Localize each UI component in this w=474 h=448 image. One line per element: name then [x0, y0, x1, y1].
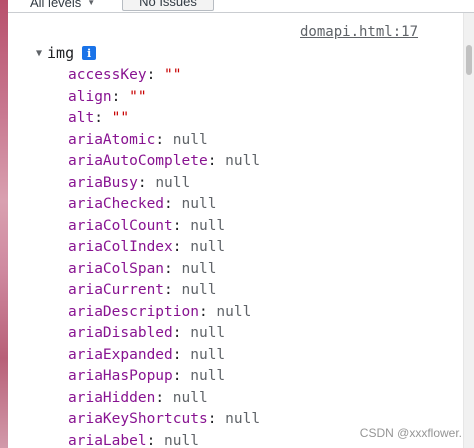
property-row[interactable]: ariaDisabled: null [68, 323, 464, 345]
property-value: null [181, 260, 217, 277]
property-row[interactable]: align: "" [68, 87, 464, 109]
property-key: ariaHidden [68, 389, 156, 406]
property-row[interactable]: ariaChecked: null [68, 194, 464, 216]
property-value: null [190, 368, 226, 384]
property-colon: : [94, 110, 112, 126]
property-row[interactable]: ariaCurrent: null [68, 280, 464, 302]
property-colon: : [172, 368, 191, 384]
property-key: ariaColCount [68, 217, 173, 234]
property-list: accessKey: "" align: "" alt: "" ariaAtomic:… [68, 65, 464, 448]
property-row[interactable]: ariaColCount: null [68, 216, 464, 238]
property-row[interactable]: ariaAutoComplete: null [68, 151, 464, 173]
property-colon: : [164, 282, 182, 298]
property-value: null [190, 239, 226, 255]
property-key: ariaDescription [68, 303, 199, 320]
property-value: "" [129, 88, 147, 105]
property-value: "" [111, 110, 130, 126]
property-colon: : [137, 174, 156, 191]
property-row[interactable]: ariaColSpan: null [68, 259, 464, 281]
property-colon: : [155, 131, 173, 148]
console-toolbar: All levels ▼ No Issues [8, 0, 474, 13]
property-row[interactable]: ariaHidden: null [68, 388, 464, 410]
expand-triangle-icon[interactable]: ▼ [36, 48, 42, 59]
property-key: ariaLabel [68, 432, 147, 448]
property-key: ariaAtomic [68, 131, 156, 148]
property-colon: : [164, 260, 182, 277]
property-colon: : [198, 303, 217, 320]
chevron-down-icon: ▼ [87, 0, 96, 7]
property-value: null [190, 346, 226, 363]
property-row[interactable]: ariaBusy: null [68, 173, 464, 195]
property-row[interactable]: ariaDescription: null [68, 302, 464, 324]
property-key: ariaExpanded [68, 346, 173, 363]
source-link[interactable]: domapi.html:17 [300, 24, 418, 40]
property-row[interactable]: ariaHasPopup: null [68, 366, 464, 388]
vertical-scrollbar[interactable] [463, 13, 474, 448]
object-tag: img [47, 44, 75, 62]
object-header[interactable]: ▼ img i [36, 44, 97, 62]
property-value: null [172, 131, 208, 148]
property-value: null [155, 174, 191, 191]
property-value: null [172, 389, 208, 406]
console-output: domapi.html:17 ▼ img i accessKey: "" alig… [8, 13, 464, 448]
property-value: null [181, 196, 217, 212]
property-row[interactable]: accessKey: "" [68, 65, 464, 87]
scrollbar-thumb[interactable] [466, 45, 472, 75]
property-colon: : [146, 432, 165, 448]
property-value: null [164, 432, 199, 448]
property-key: ariaKeyShortcuts [68, 411, 208, 427]
property-row[interactable]: alt: "" [68, 108, 464, 130]
property-key: ariaAutoComplete [68, 153, 208, 169]
property-row[interactable]: ariaColIndex: null [68, 237, 464, 259]
property-key: accessKey [68, 67, 147, 83]
property-colon: : [155, 389, 173, 406]
property-colon: : [172, 217, 191, 234]
property-key: ariaChecked [68, 196, 165, 212]
property-colon: : [172, 346, 191, 363]
property-value: "" [164, 67, 182, 83]
property-key: align [68, 88, 112, 105]
property-value: null [225, 153, 261, 169]
property-key: alt [68, 110, 95, 126]
property-value: null [216, 303, 252, 320]
property-value: null [225, 411, 261, 427]
info-icon[interactable]: i [82, 46, 97, 60]
property-value: null [181, 282, 217, 298]
property-value: null [190, 325, 226, 341]
property-key: ariaDisabled [68, 325, 173, 341]
issues-button[interactable]: No Issues [122, 0, 214, 11]
property-key: ariaCurrent [68, 282, 165, 298]
property-colon: : [164, 196, 182, 212]
property-key: ariaHasPopup [68, 368, 173, 384]
watermark: CSDN @xxxflower. [359, 426, 462, 440]
property-colon: : [146, 67, 165, 83]
property-value: null [190, 217, 226, 234]
property-colon: : [207, 153, 226, 169]
property-key: ariaColSpan [68, 260, 165, 277]
property-colon: : [172, 239, 191, 255]
property-key: ariaColIndex [68, 239, 173, 255]
property-colon: : [207, 411, 226, 427]
log-levels-label: All levels [30, 0, 82, 10]
log-levels-dropdown[interactable]: All levels ▼ [30, 0, 95, 11]
property-colon: : [172, 325, 191, 341]
property-colon: : [111, 88, 130, 105]
property-key: ariaBusy [68, 174, 138, 191]
property-row[interactable]: ariaAtomic: null [68, 130, 464, 152]
left-background-strip [0, 0, 8, 448]
property-row[interactable]: ariaExpanded: null [68, 345, 464, 367]
